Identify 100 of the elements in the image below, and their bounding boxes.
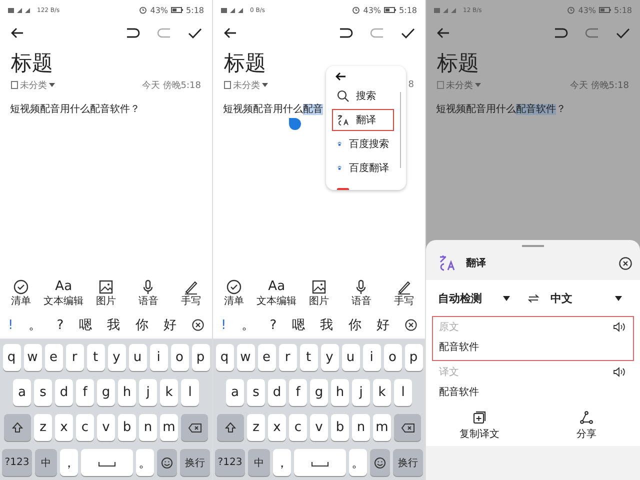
letter-key[interactable]: r — [66, 344, 84, 371]
letter-key[interactable]: m — [373, 414, 391, 441]
menu-item[interactable]: 百度翻译 — [332, 157, 394, 179]
speaker-icon[interactable] — [613, 322, 627, 332]
function-key[interactable]: ?123 — [2, 449, 32, 476]
candidate-word[interactable]: 。 — [28, 316, 42, 334]
toolbar-button[interactable]: 语音 — [340, 276, 383, 310]
source-language-dropdown[interactable]: 自动检测 — [438, 290, 490, 306]
toolbar-button[interactable]: 语音 — [127, 276, 170, 310]
toolbar-button[interactable]: 图片 — [84, 276, 128, 310]
action-button[interactable]: 复制译文 — [426, 406, 533, 446]
letter-key[interactable]: v — [310, 414, 328, 441]
letter-key[interactable]: a — [226, 379, 244, 406]
undo-icon[interactable] — [339, 28, 353, 38]
drag-handle[interactable] — [522, 245, 544, 247]
back-icon[interactable] — [10, 27, 24, 39]
function-key[interactable]: 换行 — [393, 449, 423, 476]
shift-key[interactable] — [217, 414, 244, 441]
category-dropdown[interactable]: 未分类 — [20, 78, 47, 92]
selection-handle[interactable] — [289, 118, 301, 130]
letter-key[interactable]: q — [2, 344, 20, 371]
letter-key[interactable]: l — [181, 379, 199, 406]
note-text[interactable]: 短视频配音用什么配音软件？ — [426, 102, 640, 118]
caret-icon[interactable] — [262, 83, 268, 87]
candidate-word[interactable]: 你 — [348, 316, 362, 334]
letter-key[interactable]: e — [258, 344, 276, 371]
function-key[interactable]: ?123 — [215, 449, 245, 476]
toolbar-button[interactable]: 手写 — [170, 276, 212, 310]
swap-icon[interactable] — [528, 294, 538, 302]
close-icon[interactable] — [404, 319, 417, 331]
punctuation-key[interactable]: 。 — [349, 449, 367, 476]
letter-key[interactable]: d — [55, 379, 73, 406]
letter-key[interactable]: n — [352, 414, 370, 441]
punctuation-key[interactable]: ， — [273, 449, 291, 476]
candidate-word[interactable]: ! — [221, 318, 226, 332]
candidate-word[interactable]: ! — [8, 318, 14, 332]
undo-icon[interactable] — [126, 28, 140, 38]
letter-key[interactable]: y — [320, 344, 338, 371]
target-language-dropdown[interactable]: 中文 — [550, 290, 603, 306]
letter-key[interactable]: k — [160, 379, 178, 406]
letter-key[interactable]: x — [55, 414, 73, 441]
check-icon[interactable] — [188, 28, 202, 38]
candidate-word[interactable]: 我 — [320, 316, 334, 334]
letter-key[interactable]: b — [118, 414, 136, 441]
letter-key[interactable]: w — [236, 344, 254, 371]
letter-key[interactable]: f — [76, 379, 94, 406]
back-icon[interactable] — [223, 27, 237, 39]
candidate-word[interactable]: 我 — [107, 316, 120, 334]
letter-key[interactable]: o — [384, 344, 402, 371]
letter-key[interactable]: u — [342, 344, 360, 371]
toolbar-button[interactable]: Aa 文本编辑 — [42, 276, 85, 310]
candidate-word[interactable]: 嗯 — [78, 316, 92, 334]
back-icon[interactable] — [335, 72, 346, 81]
language-key[interactable]: 中 — [248, 449, 270, 476]
candidate-word[interactable]: ? — [270, 318, 277, 332]
category-dropdown[interactable]: 未分类 — [233, 78, 260, 92]
function-key[interactable]: 换行 — [180, 449, 210, 476]
letter-key[interactable]: g — [310, 379, 328, 406]
language-key[interactable]: 中 — [35, 449, 57, 476]
letter-key[interactable]: u — [128, 344, 146, 371]
candidate-word[interactable]: 好 — [376, 316, 390, 334]
caret-icon[interactable] — [502, 296, 510, 300]
letter-key[interactable]: h — [331, 379, 349, 406]
letter-key[interactable]: w — [24, 344, 42, 371]
punctuation-key[interactable]: ， — [60, 449, 78, 476]
letter-key[interactable]: j — [139, 379, 157, 406]
undo-icon[interactable] — [554, 28, 568, 38]
letter-key[interactable]: n — [139, 414, 157, 441]
note-text[interactable]: 短视频配音用什么配音软件？ — [0, 102, 212, 118]
caret-icon[interactable] — [49, 83, 55, 87]
back-icon[interactable] — [436, 27, 450, 39]
check-icon[interactable] — [616, 28, 630, 38]
check-icon[interactable] — [401, 28, 415, 38]
letter-key[interactable]: i — [362, 344, 380, 371]
caret-icon[interactable] — [615, 296, 622, 300]
letter-key[interactable]: x — [268, 414, 286, 441]
letter-key[interactable]: s — [247, 379, 265, 406]
letter-key[interactable]: f — [289, 379, 307, 406]
letter-key[interactable]: y — [108, 344, 126, 371]
candidate-word[interactable]: 嗯 — [292, 316, 305, 334]
toolbar-button[interactable]: 清单 — [0, 276, 42, 310]
letter-key[interactable]: s — [34, 379, 52, 406]
emoji-key[interactable] — [157, 449, 177, 476]
letter-key[interactable]: d — [268, 379, 286, 406]
toolbar-button[interactable]: 图片 — [298, 276, 340, 310]
letter-key[interactable]: r — [278, 344, 296, 371]
letter-key[interactable]: z — [247, 414, 265, 441]
close-icon[interactable] — [192, 319, 204, 331]
letter-key[interactable]: p — [404, 344, 422, 371]
letter-key[interactable]: z — [34, 414, 52, 441]
menu-item[interactable]: 百度搜索 — [332, 133, 394, 155]
letter-key[interactable]: p — [192, 344, 210, 371]
candidate-word[interactable]: 你 — [135, 316, 148, 334]
letter-key[interactable]: t — [86, 344, 104, 371]
menu-item[interactable]: 搜索 — [332, 85, 394, 107]
letter-key[interactable]: e — [44, 344, 62, 371]
note-title[interactable]: 标题 — [213, 46, 425, 78]
letter-key[interactable]: b — [331, 414, 349, 441]
emoji-key[interactable] — [370, 449, 390, 476]
backspace-key[interactable] — [394, 414, 421, 441]
